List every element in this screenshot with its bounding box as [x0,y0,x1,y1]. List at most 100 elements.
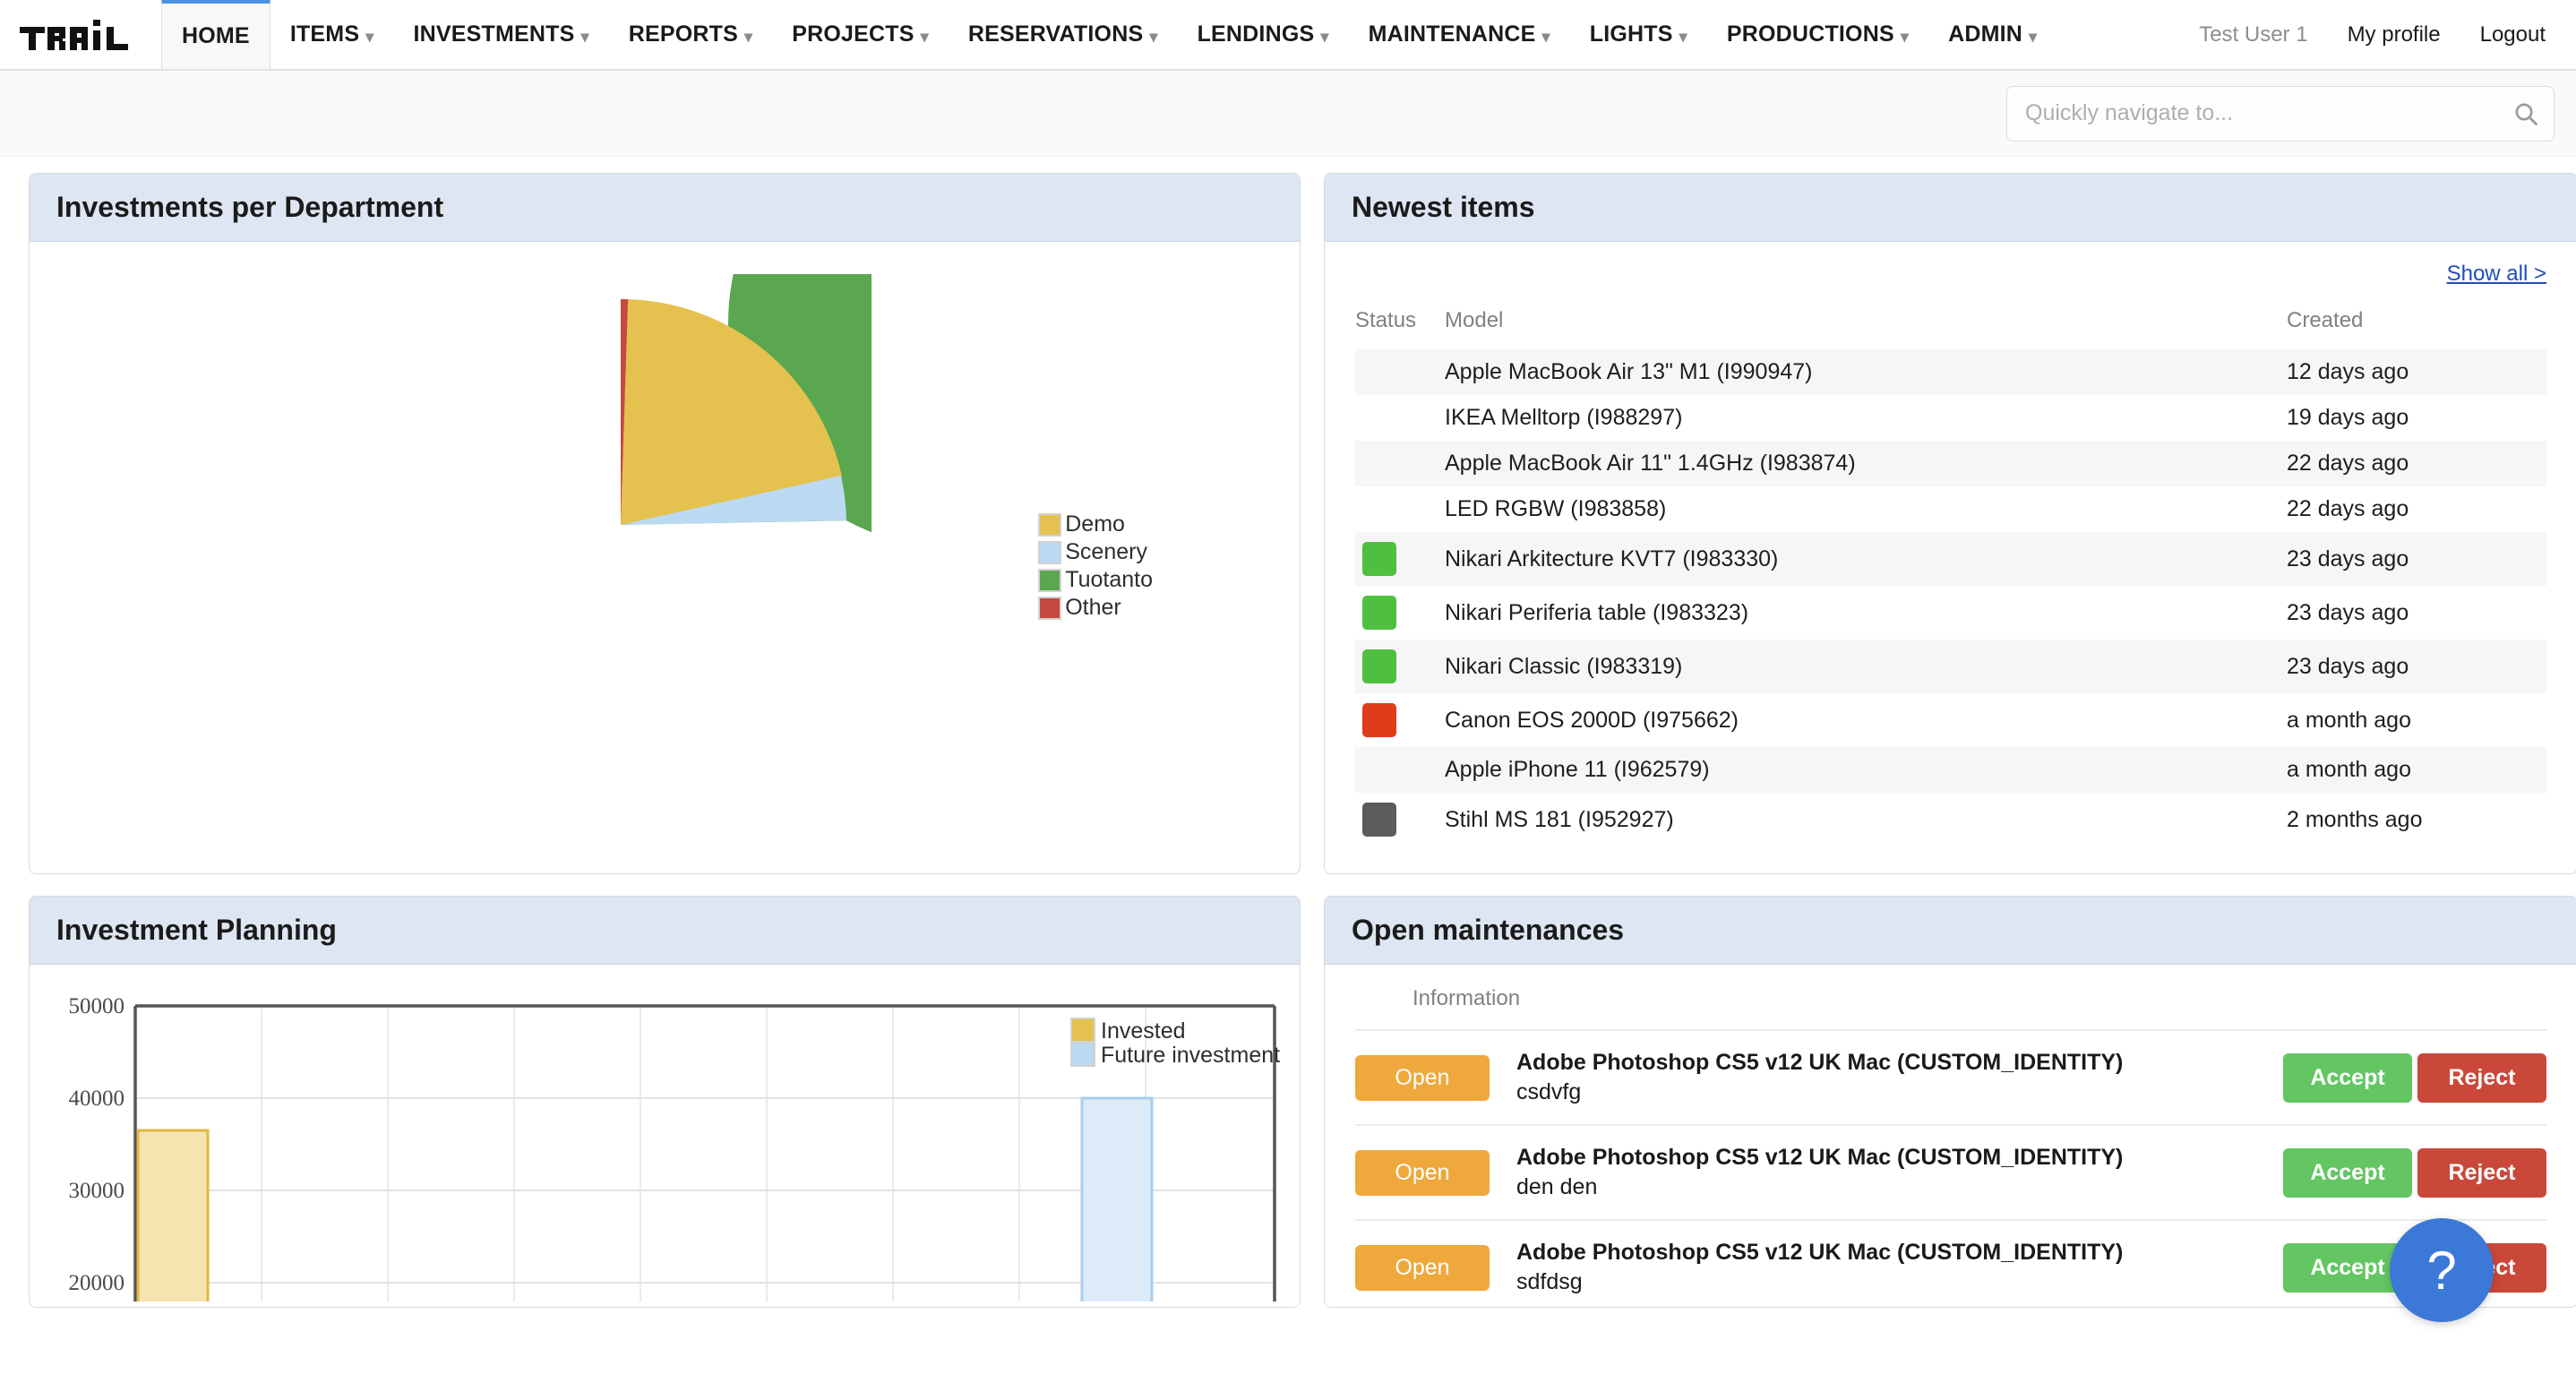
cell-status [1355,747,1445,793]
nav-item-admin[interactable]: ADMIN ▾ [1928,0,2057,69]
panel-title-open-maintenances: Open maintenances [1325,897,2576,965]
table-row[interactable]: Canon EOS 2000D (I975662) a month ago [1355,693,2546,747]
cell-model: Canon EOS 2000D (I975662) [1445,707,1739,733]
maintenance-row[interactable]: Open Adobe Photoshop CS5 v12 UK Mac (CUS… [1355,1029,2546,1124]
accept-button[interactable]: Accept [2283,1052,2412,1103]
maintenance-title: Adobe Photoshop CS5 v12 UK Mac (CUSTOM_I… [1516,1144,2124,1170]
cell-status [1355,532,1445,586]
nav-item-reports-label: REPORTS [628,21,738,47]
status-badge-open: Open [1355,1149,1490,1196]
chevron-down-icon: ▾ [1679,27,1687,46]
cell-created: 23 days ago [2287,599,2409,625]
investment-planning-chart: 50000 40000 30000 20000 10000 Invested F… [69,994,1280,1301]
maintenance-status: Open [1355,1054,1490,1101]
maintenance-status: Open [1355,1149,1490,1196]
show-all-row: Show all > [1355,262,2546,287]
chevron-down-icon: ▾ [365,27,374,46]
nav-item-investments-label: INVESTMENTS [413,21,575,47]
help-button[interactable]: ? [2390,1218,2494,1322]
status-badge [1362,649,1396,683]
cell-model: Apple MacBook Air 13" M1 (I990947) [1445,359,1813,384]
planning-legend: Invested Future investment [1070,1018,1280,1068]
nav-item-items[interactable]: ITEMS ▾ [270,0,394,69]
nav-item-home[interactable]: HOME [161,0,270,69]
table-row[interactable]: Stihl MS 181 (I952927) 2 months ago [1355,793,2546,846]
table-row[interactable]: Nikari Classic (I983319) 23 days ago [1355,640,2546,693]
chevron-down-icon: ▾ [580,27,589,46]
nav-item-reservations-label: RESERVATIONS [967,21,1144,47]
cell-status [1355,395,1445,441]
nav-item-productions[interactable]: PRODUCTIONS ▾ [1707,0,1928,69]
col-created: Created [2287,308,2364,332]
trail-logo-icon [20,19,138,50]
nav-item-investments[interactable]: INVESTMENTS ▾ [393,0,608,69]
main-nav: HOME ITEMS ▾ INVESTMENTS ▾ REPORTS ▾ PRO… [161,0,2057,69]
reject-button[interactable]: Reject [2417,1147,2546,1198]
cell-created: 12 days ago [2287,359,2409,384]
table-row[interactable]: Nikari Periferia table (I983323) 23 days… [1355,586,2546,640]
cell-model: IKEA Melltorp (I988297) [1445,405,1683,430]
cell-status [1355,640,1445,693]
chevron-down-icon: ▾ [743,27,753,46]
my-profile-link[interactable]: My profile [2348,22,2441,47]
show-all-link[interactable]: Show all > [2447,262,2546,286]
cell-status [1355,693,1445,747]
nav-item-lendings-label: LENDINGS [1197,21,1315,47]
accept-button[interactable]: Accept [2283,1147,2412,1198]
legend-label-demo: Demo [1065,511,1125,537]
table-row[interactable]: Nikari Arkitecture KVT7 (I983330) 23 day… [1355,532,2546,586]
nav-item-projects[interactable]: PROJECTS ▾ [772,0,949,69]
nav-item-maintenance[interactable]: MAINTENANCE ▾ [1349,0,1570,69]
search-input[interactable] [2006,85,2555,142]
maintenance-row[interactable]: Open Adobe Photoshop CS5 v12 UK Mac (CUS… [1355,1219,2546,1301]
svg-text:Future investment: Future investment [1101,1043,1280,1068]
status-badge [1362,542,1396,576]
maintenance-actions: Accept Reject [2283,1052,2546,1103]
legend-item-scenery: Scenery [1038,538,1153,566]
table-row[interactable]: LED RGBW (I983858) 22 days ago [1355,486,2546,532]
newest-items-tbody: Apple MacBook Air 13" M1 (I990947) 12 da… [1355,349,2546,846]
svg-text:50000: 50000 [69,994,125,1018]
quick-navigate-bar [0,71,2576,157]
table-row[interactable]: Apple iPhone 11 (I962579) a month ago [1355,747,2546,793]
cell-status [1355,793,1445,846]
cell-created: 22 days ago [2287,451,2409,476]
logout-link[interactable]: Logout [2480,22,2546,47]
table-row[interactable]: Apple MacBook Air 13" M1 (I990947) 12 da… [1355,349,2546,395]
cell-status [1355,586,1445,640]
nav-item-lights-label: LIGHTS [1589,21,1673,47]
cell-created: 23 days ago [2287,545,2409,571]
nav-item-items-label: ITEMS [289,21,360,47]
svg-text:20000: 20000 [69,1271,125,1295]
investments-pie-body: Demo Scenery Tuotanto Other [30,174,1300,801]
maintenance-title: Adobe Photoshop CS5 v12 UK Mac (CUSTOM_I… [1516,1049,2124,1075]
svg-text:30000: 30000 [69,1179,125,1203]
top-navbar: HOME ITEMS ▾ INVESTMENTS ▾ REPORTS ▾ PRO… [0,0,2576,71]
cell-created: 23 days ago [2287,653,2409,679]
search-icon[interactable] [2513,101,2538,126]
svg-text:40000: 40000 [69,1087,125,1111]
nav-item-reports[interactable]: REPORTS ▾ [609,0,773,69]
newest-items-thead: Status Model Created [1355,303,2546,349]
panel-investments-per-department: Investments per Department Demo Scenery … [29,173,1301,874]
status-badge [1362,803,1396,837]
table-row[interactable]: Apple MacBook Air 11" 1.4GHz (I983874) 2… [1355,441,2546,486]
nav-item-lendings[interactable]: LENDINGS ▾ [1178,0,1349,69]
brand-logo-link[interactable] [0,0,161,69]
search-wrapper [2006,85,2555,142]
status-badge [1362,703,1396,737]
panel-open-maintenances: Open maintenances Information Open Adobe… [1324,896,2576,1308]
nav-item-lights[interactable]: LIGHTS ▾ [1570,0,1707,69]
maintenance-actions: Accept Reject [2283,1147,2546,1198]
svg-text:Invested: Invested [1101,1018,1186,1044]
table-row[interactable]: IKEA Melltorp (I988297) 19 days ago [1355,395,2546,441]
maintenance-info: Adobe Photoshop CS5 v12 UK Mac (CUSTOM_I… [1516,1050,2265,1106]
legend-label-scenery: Scenery [1065,539,1147,564]
maintenance-row[interactable]: Open Adobe Photoshop CS5 v12 UK Mac (CUS… [1355,1124,2546,1219]
chevron-down-icon: ▾ [1541,27,1550,46]
cell-status [1355,441,1445,486]
bar-invested [136,1129,210,1301]
reject-button[interactable]: Reject [2417,1052,2546,1103]
pie-legend: Demo Scenery Tuotanto Other [1038,511,1153,622]
nav-item-reservations[interactable]: RESERVATIONS ▾ [949,0,1178,69]
